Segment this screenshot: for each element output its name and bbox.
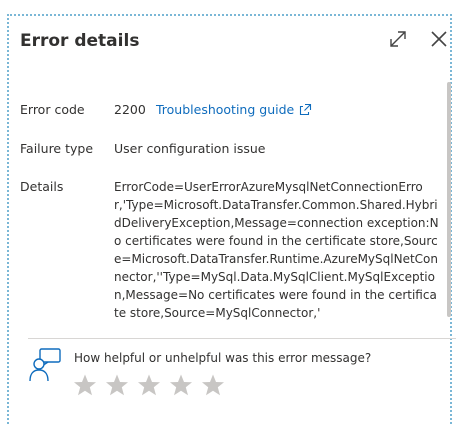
star-rating [73, 373, 225, 397]
star-5-icon[interactable] [201, 373, 225, 397]
star-2-icon[interactable] [105, 373, 129, 397]
feedback-person-icon [29, 347, 63, 383]
scrollbar-thumb[interactable] [447, 82, 451, 317]
star-4-icon[interactable] [169, 373, 193, 397]
open-external-icon [300, 103, 312, 116]
troubleshooting-guide-link[interactable]: Troubleshooting guide [156, 102, 312, 117]
error-code-label: Error code [20, 102, 85, 117]
details-label: Details [20, 179, 64, 194]
star-1-icon[interactable] [73, 373, 97, 397]
divider [28, 338, 456, 339]
feedback-question: How helpful or unhelpful was this error … [74, 351, 372, 365]
expand-icon[interactable] [387, 28, 409, 50]
dialog-title: Error details [20, 31, 140, 51]
failure-type-value: User configuration issue [114, 141, 266, 156]
details-value: ErrorCode=UserErrorAzureMysqlNetConnecti… [114, 180, 439, 320]
close-icon[interactable] [428, 28, 450, 50]
star-3-icon[interactable] [137, 373, 161, 397]
troubleshooting-guide-label: Troubleshooting guide [156, 102, 295, 117]
failure-type-label: Failure type [20, 141, 94, 156]
error-code-value: 2200 [114, 102, 146, 117]
